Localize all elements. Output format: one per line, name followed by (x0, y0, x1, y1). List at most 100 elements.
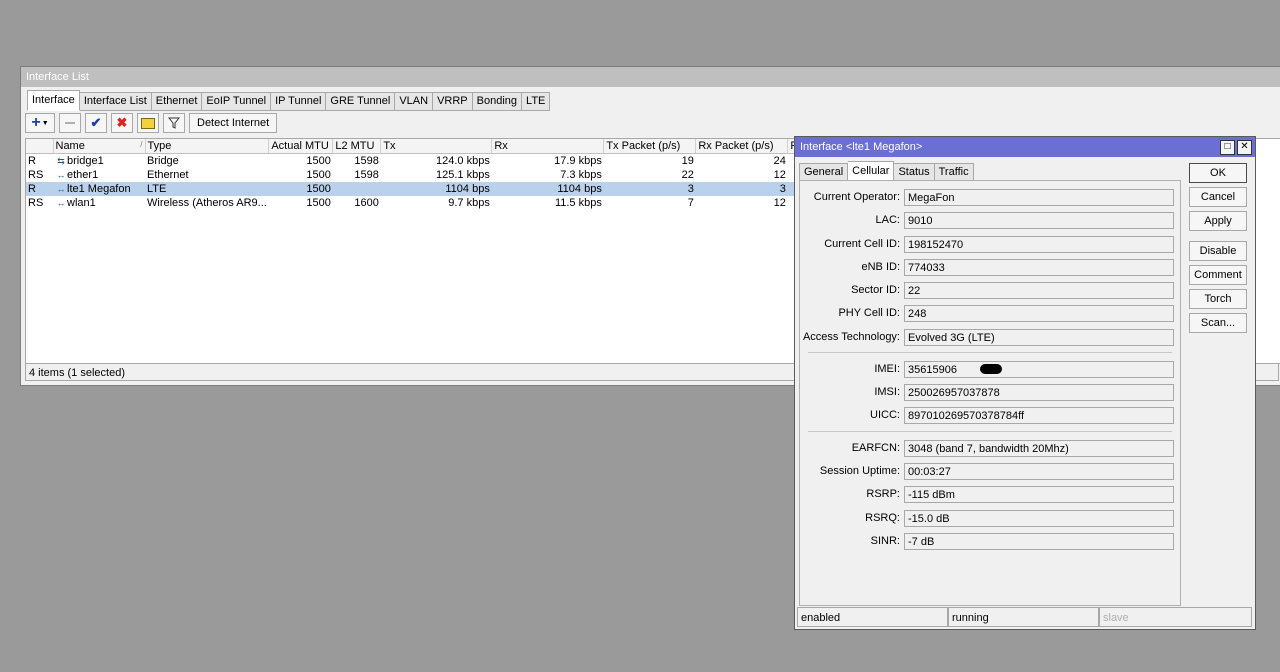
tab-cellular[interactable]: Cellular (848, 161, 895, 182)
row-flag: RS (28, 197, 44, 209)
col-tx[interactable]: Tx (380, 139, 493, 154)
tab-interface[interactable]: Interface (27, 90, 80, 111)
comment-button[interactable]: Comment (1189, 265, 1247, 285)
row-txp: 7 (687, 197, 694, 209)
field-label: PHY Cell ID: (838, 307, 900, 319)
ok-button[interactable]: OK (1189, 163, 1247, 183)
disable-button[interactable]: Disable (1189, 241, 1247, 261)
filter-icon (168, 117, 180, 129)
row-rx: 11.5 kbps (554, 197, 602, 209)
col-rx[interactable]: Rx (491, 139, 605, 154)
table-row[interactable]: R ⇆ bridge1 Bridge 1500 1598 124.0 kbps 1… (26, 154, 807, 169)
col-actual-mtu[interactable]: Actual MTU (268, 139, 334, 154)
divider (808, 431, 1172, 432)
col-l2-mtu[interactable]: L2 MTU (332, 139, 382, 154)
field-value: -15.0 dB (904, 510, 1174, 527)
row-tx: 124.0 kbps (436, 155, 490, 167)
comment-button[interactable] (137, 113, 159, 133)
field-label: Access Technology: (802, 331, 900, 343)
field-value: 22 (904, 282, 1174, 299)
field-label: RSRQ: (865, 512, 900, 524)
col-name[interactable]: Name / (53, 139, 146, 154)
row-type: Bridge (147, 155, 179, 167)
field-label: UICC: (870, 409, 900, 421)
table-header: Name / Type Actual MTU L2 MTU Tx Rx Tx Pa… (26, 139, 808, 154)
table-row[interactable]: RS ↔ wlan1 Wireless (Atheros AR9... 1500 … (26, 196, 807, 210)
field-sinr: SINR: -7 dB (800, 533, 1180, 551)
dialog-status-bar: enabled running slave (797, 607, 1252, 627)
window-title: Interface List (21, 67, 1280, 87)
row-txp: 19 (681, 155, 694, 167)
scan-button[interactable]: Scan... (1189, 313, 1247, 333)
col-tx-packet[interactable]: Tx Packet (p/s) (603, 139, 697, 154)
field-value: 35615906 (904, 361, 1174, 378)
row-mtu: 1500 (306, 197, 331, 209)
field-value: 3048 (band 7, bandwidth 20Mhz) (904, 440, 1174, 457)
field-label: SINR: (870, 535, 900, 547)
row-type: Ethernet (147, 169, 189, 181)
cancel-button[interactable]: Cancel (1189, 187, 1247, 207)
ethernet-icon: ↔ (56, 170, 66, 180)
tab-gre-tunnel[interactable]: GRE Tunnel (326, 92, 396, 111)
field-label: IMEI: (874, 363, 900, 375)
torch-button[interactable]: Torch (1189, 289, 1247, 309)
row-name: ↔ ether1 (53, 168, 145, 182)
row-name-text: lte1 Megafon (67, 183, 131, 195)
field-label: IMSI: (874, 386, 900, 398)
field-sector-id: Sector ID: 22 (800, 282, 1180, 300)
status-enabled: enabled (797, 607, 948, 627)
tab-vrrp[interactable]: VRRP (433, 92, 473, 111)
add-button[interactable]: + ▼ (25, 113, 55, 133)
interface-dialog: Interface <lte1 Megafon> □ ✕ General Cel… (794, 136, 1256, 630)
x-icon: ✖ (116, 115, 128, 130)
field-value: MegaFon (904, 189, 1174, 206)
interface-tabs: Interface Interface List Ethernet EoIP T… (27, 90, 551, 111)
field-access-technology: Access Technology: Evolved 3G (LTE) (800, 329, 1180, 347)
col-type[interactable]: Type (145, 139, 270, 154)
dialog-title: Interface <lte1 Megafon> □ ✕ (795, 137, 1255, 157)
tab-eoip-tunnel[interactable]: EoIP Tunnel (202, 92, 272, 111)
table-row[interactable]: RS ↔ ether1 Ethernet 1500 1598 125.1 kbps… (26, 168, 807, 182)
detect-internet-button[interactable]: Detect Internet (189, 113, 278, 133)
toolbar: + ▼ ✔ ✖ Detect Internet (25, 113, 278, 135)
disable-button[interactable]: ✖ (111, 113, 133, 133)
field-label: EARFCN: (851, 442, 900, 454)
dialog-window-controls: □ ✕ (1220, 140, 1252, 155)
col-flag[interactable] (26, 139, 54, 154)
field-label: Sector ID: (851, 284, 900, 296)
cellular-panel: Current Operator: MegaFon LAC: 9010 Curren… (799, 180, 1181, 606)
apply-button[interactable]: Apply (1189, 211, 1247, 231)
field-value: 198152470 (904, 236, 1174, 253)
close-button[interactable]: ✕ (1237, 140, 1252, 155)
field-value: Evolved 3G (LTE) (904, 329, 1174, 346)
field-imei: IMEI: 35615906 (800, 361, 1180, 379)
row-mtu: 1500 (306, 155, 331, 167)
field-label: RSRP: (866, 488, 900, 500)
tab-interface-list[interactable]: Interface List (79, 92, 152, 111)
filter-button[interactable] (163, 113, 185, 133)
field-session-uptime: Session Uptime: 00:03:27 (800, 463, 1180, 481)
col-name-label: Name (55, 140, 85, 152)
note-icon (141, 117, 155, 129)
tab-vlan[interactable]: VLAN (395, 92, 434, 111)
col-rx-packet[interactable]: Rx Packet (p/s) (695, 139, 789, 154)
tab-ethernet[interactable]: Ethernet (151, 92, 203, 111)
tab-bonding[interactable]: Bonding (472, 92, 523, 111)
enable-button[interactable]: ✔ (85, 113, 107, 133)
remove-button[interactable] (59, 113, 81, 133)
redaction-mark (980, 364, 1002, 374)
maximize-button[interactable]: □ (1220, 140, 1235, 155)
tab-ip-tunnel[interactable]: IP Tunnel (271, 92, 327, 111)
row-txp: 3 (603, 182, 696, 196)
row-mtu: 1500 (306, 169, 331, 181)
dialog-tabs: General Cellular Status Traffic (799, 161, 974, 182)
tab-lte[interactable]: LTE (522, 92, 551, 111)
field-value: 897010269570378784ff (904, 407, 1174, 424)
row-type: Wireless (Atheros AR9... (147, 197, 267, 209)
row-type: LTE (145, 182, 269, 196)
field-phy-cell-id: PHY Cell ID: 248 (800, 305, 1180, 323)
lte-icon: ↔ (56, 184, 66, 194)
field-imsi: IMSI: 250026957037878 (800, 384, 1180, 402)
table-row-selected[interactable]: R ↔ lte1 Megafon LTE 1500 1104 bps 1104 b… (26, 182, 807, 196)
bridge-icon: ⇆ (57, 156, 65, 166)
